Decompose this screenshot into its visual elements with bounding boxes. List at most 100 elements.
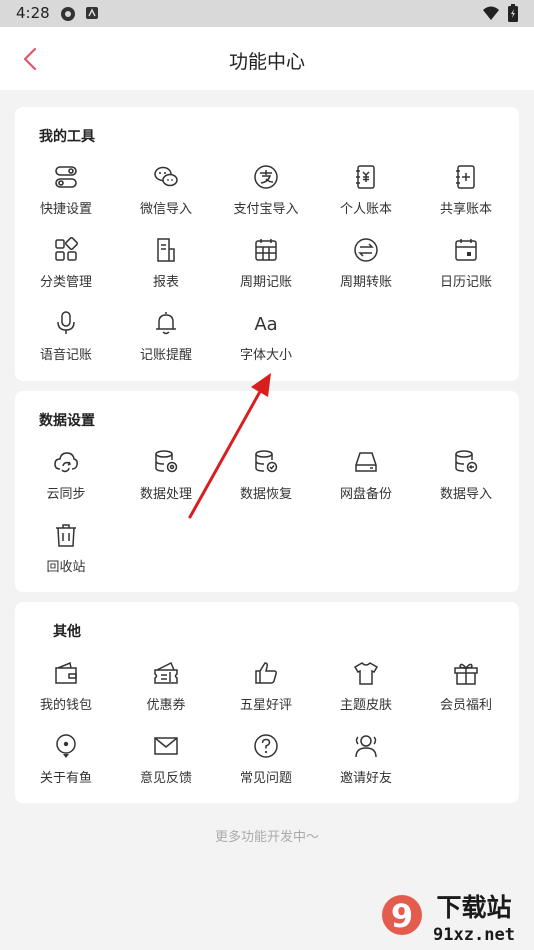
watermark-text: 下载站 <box>436 893 511 922</box>
data-recycle-bin[interactable]: 回收站 <box>16 522 116 592</box>
database-import-icon <box>455 450 478 473</box>
data-drive-backup[interactable]: 网盘备份 <box>316 449 416 519</box>
location-pin-icon <box>56 734 76 758</box>
status-bar: 4:28 <box>0 0 534 27</box>
tool-calendar-bookkeeping[interactable]: 日历记账 <box>416 237 516 307</box>
coupon-icon <box>154 661 178 684</box>
alipay-icon <box>254 165 278 189</box>
item-label: 数据处理 <box>139 487 192 502</box>
data-recovery[interactable]: 数据恢复 <box>216 449 316 519</box>
tool-report[interactable]: 报表 <box>116 237 216 307</box>
item-label: 主题皮肤 <box>339 698 392 713</box>
watermark-brand: 9 <box>391 897 413 935</box>
item-label: 记账提醒 <box>139 348 192 363</box>
item-label: 我的钱包 <box>39 698 92 713</box>
item-label: 意见反馈 <box>139 771 192 786</box>
other-member-benefits[interactable]: 会员福利 <box>416 660 516 730</box>
tool-font-size[interactable]: Aa 字体大小 <box>216 310 316 380</box>
other-coupons[interactable]: 优惠券 <box>116 660 216 730</box>
item-label: 周期转账 <box>339 275 392 290</box>
item-label: 邀请好友 <box>339 771 392 786</box>
tool-personal-ledger[interactable]: 个人账本 <box>316 164 416 234</box>
other-five-star-rating[interactable]: 五星好评 <box>216 660 316 730</box>
watermark-logo: 9 下载站 91xz.net <box>380 888 530 946</box>
shared-ledger-icon <box>456 165 475 189</box>
microphone-icon <box>57 311 75 334</box>
database-check-icon <box>255 450 278 473</box>
help-icon <box>254 734 278 758</box>
section-data-settings: 数据设置 云同步 数据处理 数据恢复 网盘备份 数据导入 回收站 <box>15 391 519 592</box>
data-import[interactable]: 数据导入 <box>416 449 516 519</box>
section-my-tools: 我的工具 快捷设置 微信导入 支付宝导入 个人账本 共享账本 分类管理 报表 周… <box>15 107 519 381</box>
other-my-wallet[interactable]: 我的钱包 <box>16 660 116 730</box>
cloud-sync-icon <box>54 452 78 473</box>
trash-icon <box>56 524 76 547</box>
wechat-icon <box>154 166 178 187</box>
item-label: 五星好评 <box>239 698 292 713</box>
thumbs-up-icon <box>255 662 277 684</box>
tool-bookkeeping-reminder[interactable]: 记账提醒 <box>116 310 216 380</box>
page-title: 功能中心 <box>228 51 305 73</box>
navigation-bar: 功能中心 <box>0 27 534 90</box>
database-gear-icon <box>155 450 178 473</box>
item-label: 云同步 <box>46 487 86 502</box>
report-icon <box>157 238 175 262</box>
other-invite-friends[interactable]: 邀请好友 <box>316 733 416 803</box>
bell-icon <box>156 312 176 335</box>
section-title: 我的工具 <box>39 129 95 145</box>
item-label: 支付宝导入 <box>233 202 299 217</box>
gift-icon <box>454 663 478 685</box>
item-label: 周期记账 <box>239 275 292 290</box>
battery-icon <box>508 4 518 22</box>
sync-status-icon <box>61 7 75 21</box>
item-label: 日历记账 <box>439 275 492 290</box>
more-features-hint: 更多功能开发中～ <box>214 830 319 845</box>
item-label: 共享账本 <box>439 202 492 217</box>
notification-icon <box>86 7 98 19</box>
section-other: 其他 我的钱包 优惠券 五星好评 主题皮肤 会员福利 关于有鱼 意见反馈 常见问… <box>15 602 519 803</box>
item-label: 常见问题 <box>239 771 292 786</box>
tool-alipay-import[interactable]: 支付宝导入 <box>216 164 316 234</box>
item-label: 分类管理 <box>39 275 92 290</box>
item-label: 数据导入 <box>439 487 492 502</box>
item-label: 个人账本 <box>339 202 392 217</box>
category-icon <box>55 237 78 261</box>
data-cloud-sync[interactable]: 云同步 <box>16 449 116 519</box>
item-label: 会员福利 <box>439 698 492 713</box>
item-label: 快捷设置 <box>39 202 92 217</box>
personal-ledger-icon <box>356 165 375 189</box>
other-theme-skin[interactable]: 主题皮肤 <box>316 660 416 730</box>
font-size-icon: Aa <box>254 314 277 335</box>
tool-shared-ledger[interactable]: 共享账本 <box>416 164 516 234</box>
drive-icon <box>355 452 377 472</box>
item-label: 网盘备份 <box>339 487 392 502</box>
calendar-grid-icon <box>255 239 277 261</box>
tool-quick-settings[interactable]: 快捷设置 <box>16 164 116 234</box>
wifi-icon <box>483 6 499 20</box>
other-about[interactable]: 关于有鱼 <box>16 733 116 803</box>
calendar-icon <box>455 239 477 261</box>
tool-periodic-bookkeeping[interactable]: 周期记账 <box>216 237 316 307</box>
item-label: 报表 <box>152 275 179 290</box>
tool-periodic-transfer[interactable]: 周期转账 <box>316 237 416 307</box>
item-label: 语音记账 <box>39 348 92 363</box>
invite-friends-icon <box>355 735 377 758</box>
item-label: 微信导入 <box>139 202 192 217</box>
tshirt-icon <box>353 662 379 685</box>
other-feedback[interactable]: 意见反馈 <box>116 733 216 803</box>
section-title: 数据设置 <box>39 413 95 429</box>
tool-category-management[interactable]: 分类管理 <box>16 237 116 307</box>
item-label: 关于有鱼 <box>39 771 92 786</box>
section-title: 其他 <box>53 624 81 640</box>
watermark-url: 91xz.net <box>433 925 515 945</box>
data-processing[interactable]: 数据处理 <box>116 449 216 519</box>
watermark-9-logo: 9 下载站 91xz.net <box>382 893 515 945</box>
other-faq[interactable]: 常见问题 <box>216 733 316 803</box>
item-label: 字体大小 <box>239 348 292 363</box>
tool-wechat-import[interactable]: 微信导入 <box>116 164 216 234</box>
item-label: 数据恢复 <box>239 487 292 502</box>
item-label: 优惠券 <box>146 698 186 713</box>
svg-text:Aa: Aa <box>254 314 277 335</box>
toggle-settings-icon <box>55 166 77 188</box>
tool-voice-bookkeeping[interactable]: 语音记账 <box>16 310 116 380</box>
